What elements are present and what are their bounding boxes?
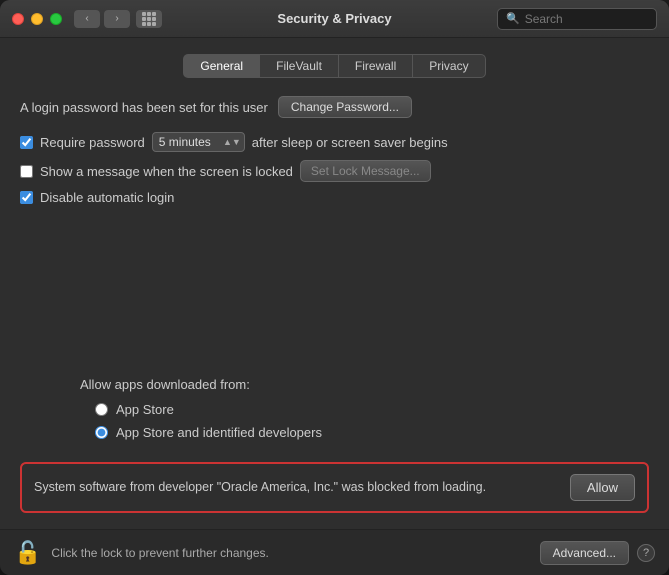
window-title: Security & Privacy [277, 11, 391, 26]
allow-button[interactable]: Allow [570, 474, 635, 501]
minimize-button[interactable] [31, 13, 43, 25]
radio-app-store-row: App Store [95, 402, 649, 417]
radio-app-store-identified-row: App Store and identified developers [95, 425, 649, 440]
forward-button[interactable]: › [104, 10, 130, 28]
show-message-checkbox[interactable] [20, 165, 33, 178]
main-content: General FileVault Firewall Privacy A log… [0, 38, 669, 529]
window: ‹ › Security & Privacy 🔍 General FileVau… [0, 0, 669, 575]
radio-app-store-and-identified-label: App Store and identified developers [116, 425, 322, 440]
require-password-row: Require password immediately 5 seconds 1… [20, 132, 649, 152]
change-password-button[interactable]: Change Password... [278, 96, 412, 118]
tab-firewall[interactable]: Firewall [339, 54, 413, 78]
grid-icon [142, 12, 156, 26]
require-password-label: Require password [40, 135, 145, 150]
close-button[interactable] [12, 13, 24, 25]
duration-select-wrapper: immediately 5 seconds 1 minute 5 minutes… [152, 132, 245, 152]
lock-label: Click the lock to prevent further change… [51, 546, 268, 560]
search-box[interactable]: 🔍 [497, 8, 657, 30]
radio-app-store-and-identified[interactable] [95, 426, 108, 439]
nav-buttons: ‹ › [74, 10, 130, 28]
search-icon: 🔍 [506, 12, 520, 25]
tabs-bar: General FileVault Firewall Privacy [20, 54, 649, 78]
require-password-checkbox[interactable] [20, 136, 33, 149]
tab-privacy[interactable]: Privacy [413, 54, 485, 78]
radio-app-store[interactable] [95, 403, 108, 416]
advanced-button[interactable]: Advanced... [540, 541, 629, 565]
divider [20, 213, 649, 369]
lock-area[interactable]: 🔓 Click the lock to prevent further chan… [14, 540, 269, 566]
disable-auto-login-row: Disable automatic login [20, 190, 649, 205]
search-input[interactable] [525, 12, 648, 26]
disable-auto-login-checkbox[interactable] [20, 191, 33, 204]
login-section: A login password has been set for this u… [20, 96, 649, 118]
tab-filevault[interactable]: FileVault [260, 54, 339, 78]
grid-button[interactable] [136, 10, 162, 28]
help-button[interactable]: ? [637, 544, 655, 562]
allow-apps-label: Allow apps downloaded from: [80, 377, 649, 392]
tab-general[interactable]: General [183, 54, 260, 78]
radio-app-store-label: App Store [116, 402, 174, 417]
titlebar: ‹ › Security & Privacy 🔍 [0, 0, 669, 38]
set-lock-message-button[interactable]: Set Lock Message... [300, 160, 431, 182]
disable-auto-login-label: Disable automatic login [40, 190, 174, 205]
duration-select[interactable]: immediately 5 seconds 1 minute 5 minutes… [152, 132, 245, 152]
settings-area: A login password has been set for this u… [20, 96, 649, 513]
login-password-text: A login password has been set for this u… [20, 100, 268, 115]
maximize-button[interactable] [50, 13, 62, 25]
traffic-lights [12, 13, 62, 25]
download-section: Allow apps downloaded from: App Store Ap… [20, 377, 649, 448]
alert-box: System software from developer "Oracle A… [20, 462, 649, 513]
bottom-bar: 🔓 Click the lock to prevent further chan… [0, 529, 669, 575]
lock-icon: 🔓 [14, 540, 41, 566]
show-message-label: Show a message when the screen is locked [40, 164, 293, 179]
back-button[interactable]: ‹ [74, 10, 100, 28]
show-message-row: Show a message when the screen is locked… [20, 160, 649, 182]
alert-text: System software from developer "Oracle A… [34, 479, 558, 497]
require-password-suffix: after sleep or screen saver begins [252, 135, 448, 150]
